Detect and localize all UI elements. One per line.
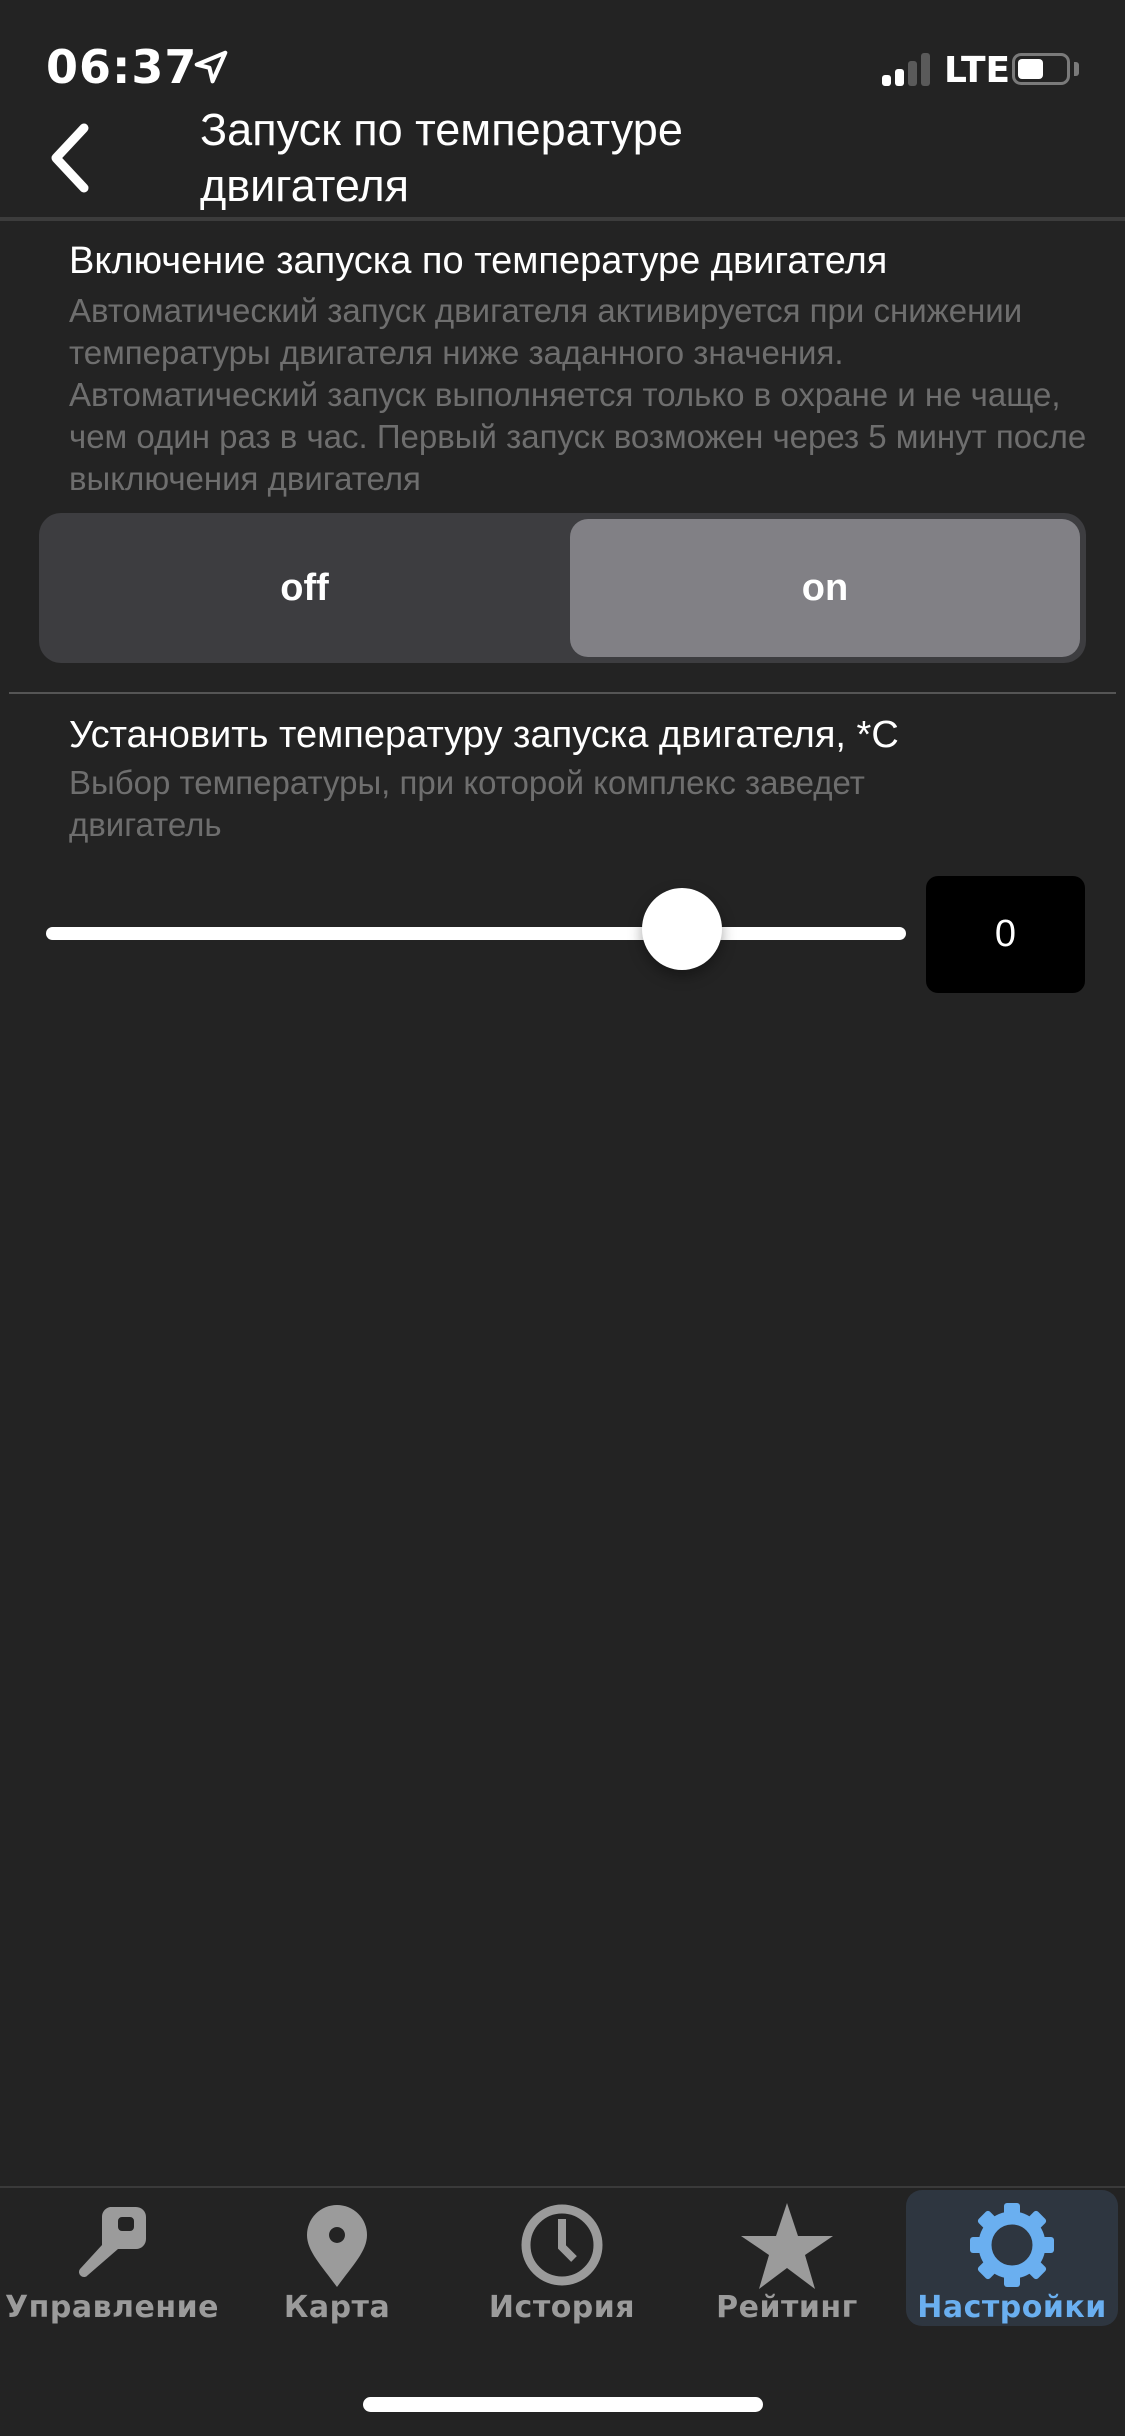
tab-control[interactable]: Управление <box>2 2190 222 2330</box>
segment-off[interactable]: off <box>39 513 570 663</box>
temperature-setting-description: Выбор температуры, при которой комплекс … <box>69 764 865 843</box>
slider-thumb[interactable] <box>642 888 723 970</box>
network-type: LTE <box>944 50 1011 91</box>
battery-level <box>1018 59 1043 79</box>
clock-icon <box>521 2204 603 2286</box>
segment-on[interactable]: on <box>570 519 1080 657</box>
tab-label: История <box>488 2290 636 2325</box>
home-indicator[interactable] <box>363 2397 763 2412</box>
temperature-setting-title: Установить температуру запуска двигателя… <box>69 714 899 756</box>
gear-icon <box>970 2203 1054 2287</box>
status-time: 06:37 <box>46 40 198 94</box>
back-button[interactable] <box>40 120 110 195</box>
battery-tip <box>1074 62 1079 76</box>
tab-bar: Управление Карта История Рейтинг Настрой… <box>0 2190 1125 2330</box>
page-title: Запуск по температуре двигателя <box>200 104 683 211</box>
tab-bar-divider <box>0 2186 1125 2188</box>
autostart-enable-description: Автоматический запуск двигателя активиру… <box>69 292 1087 497</box>
section-divider <box>9 692 1116 694</box>
star-icon <box>741 2203 833 2289</box>
temperature-value: 0 <box>926 876 1085 993</box>
key-icon <box>79 2207 146 2277</box>
temperature-slider[interactable] <box>46 888 906 978</box>
tab-label: Управление <box>5 2290 219 2325</box>
tab-label: Карта <box>283 2290 391 2325</box>
tab-rating[interactable]: Рейтинг <box>677 2190 897 2330</box>
battery-icon <box>1012 53 1070 85</box>
map-pin-icon <box>307 2205 367 2287</box>
signal-strength-icon <box>882 52 934 86</box>
location-arrow-icon <box>194 50 228 84</box>
slider-track[interactable] <box>46 927 906 940</box>
tab-settings[interactable]: Настройки <box>906 2190 1118 2326</box>
tab-history[interactable]: История <box>452 2190 672 2330</box>
autostart-enable-title: Включение запуска по температуре двигате… <box>69 240 888 282</box>
tab-label: Рейтинг <box>716 2290 858 2325</box>
header-divider <box>0 217 1125 221</box>
tab-map[interactable]: Карта <box>227 2190 447 2330</box>
autostart-toggle[interactable]: off on <box>39 513 1086 663</box>
tab-label: Настройки <box>917 2290 1107 2325</box>
chevron-left-icon <box>51 123 89 193</box>
